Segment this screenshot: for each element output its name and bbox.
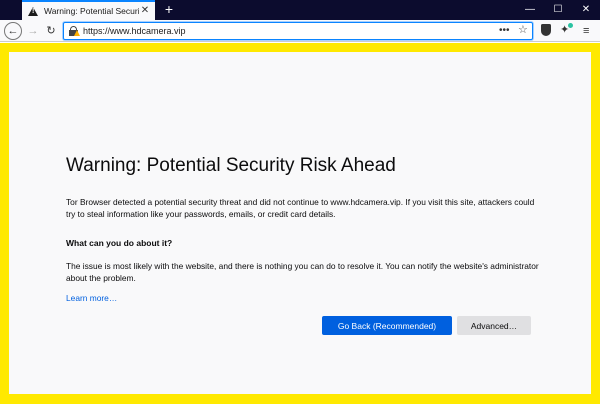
explanation-text: The issue is most likely with the websit… <box>66 261 539 283</box>
tab-close-icon[interactable]: ✕ <box>139 5 151 17</box>
close-window-button[interactable]: ✕ <box>572 0 600 20</box>
reload-button[interactable]: ↻ <box>44 23 58 39</box>
intro-text: Tor Browser detected a potential securit… <box>66 197 535 219</box>
tab-title: Warning: Potential Security Risk Ahead <box>44 6 139 16</box>
bookmark-star-icon[interactable]: ☆ <box>518 23 528 38</box>
nav-bar: ← → ↻ https://www.hdcamera.vip ••• ☆ ✦ ≡ <box>0 20 600 42</box>
page-actions-icon[interactable]: ••• <box>499 23 510 38</box>
warning-icon <box>28 6 38 16</box>
url-input[interactable]: https://www.hdcamera.vip <box>83 25 186 37</box>
warning-panel: Warning: Potential Security Risk Ahead T… <box>9 52 591 394</box>
page-title: Warning: Potential Security Risk Ahead <box>66 155 396 176</box>
forward-button[interactable]: → <box>26 23 40 39</box>
go-back-button[interactable]: Go Back (Recommended) <box>322 316 452 335</box>
minimize-button[interactable]: — <box>516 0 544 20</box>
tab-active[interactable]: Warning: Potential Security Risk Ahead ✕ <box>22 0 155 20</box>
section-heading: What can you do about it? <box>66 238 173 248</box>
tab-strip: Warning: Potential Security Risk Ahead ✕… <box>0 0 600 20</box>
security-shield-icon[interactable] <box>541 24 551 36</box>
url-bar[interactable]: https://www.hdcamera.vip ••• ☆ <box>63 22 533 40</box>
learn-more-link[interactable]: Learn more… <box>66 293 117 303</box>
maximize-button[interactable]: ☐ <box>544 0 572 20</box>
insecure-lock-icon[interactable] <box>69 26 80 36</box>
advanced-button[interactable]: Advanced… <box>457 316 531 335</box>
notification-dot <box>568 23 573 28</box>
hamburger-menu-icon[interactable]: ≡ <box>583 23 589 39</box>
back-button[interactable]: ← <box>4 22 22 40</box>
new-tab-button[interactable]: + <box>161 1 177 17</box>
warning-page: Warning: Potential Security Risk Ahead T… <box>0 43 600 404</box>
